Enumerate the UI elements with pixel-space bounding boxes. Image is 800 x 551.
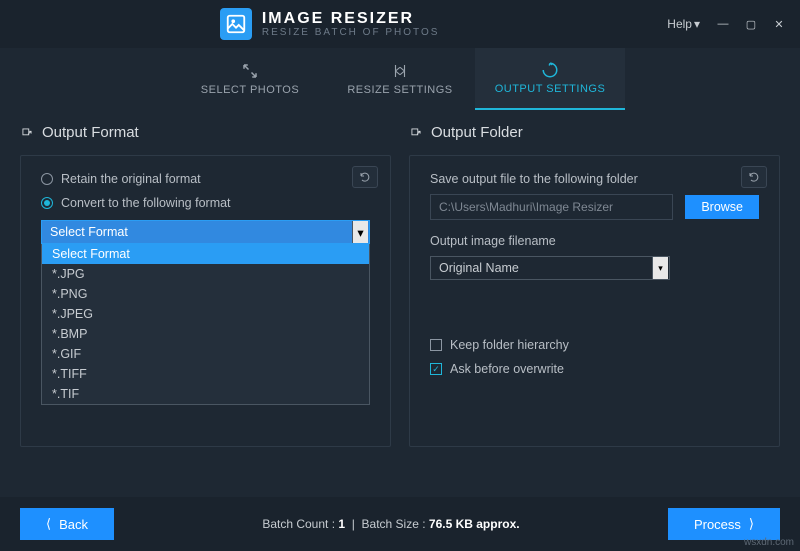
format-option[interactable]: *.TIFF xyxy=(42,364,369,384)
format-option[interactable]: *.BMP xyxy=(42,324,369,344)
output-folder-card: Save output file to the following folder… xyxy=(409,155,780,447)
chevron-left-icon: ⟨ xyxy=(46,516,51,532)
format-select[interactable]: Select Format ▾ xyxy=(41,220,370,244)
resize-icon xyxy=(391,62,409,80)
chevron-down-icon: ▾ xyxy=(652,257,668,279)
process-button[interactable]: Process ⟩ xyxy=(668,508,780,540)
titlebar-center: IMAGE RESIZER RESIZE BATCH OF PHOTOS xyxy=(0,8,659,40)
tab-label: SELECT PHOTOS xyxy=(201,84,299,96)
radio-convert-format[interactable]: Convert to the following format xyxy=(41,196,370,210)
radio-icon xyxy=(41,197,53,209)
tab-bar: SELECT PHOTOS RESIZE SETTINGS OUTPUT SET… xyxy=(0,48,800,110)
expand-icon xyxy=(241,62,259,80)
back-button[interactable]: ⟨ Back xyxy=(20,508,114,540)
undo-icon xyxy=(359,171,371,183)
format-option[interactable]: *.JPEG xyxy=(42,304,369,324)
tab-label: OUTPUT SETTINGS xyxy=(495,83,606,95)
status-size-value: 76.5 KB approx. xyxy=(429,517,520,531)
checkbox-label: Ask before overwrite xyxy=(450,362,564,376)
output-folder-panel: Output Folder Save output file to the fo… xyxy=(409,124,780,447)
output-path-input[interactable] xyxy=(430,194,673,220)
help-menu[interactable]: Help ▾ xyxy=(659,13,708,35)
format-option[interactable]: *.JPG xyxy=(42,264,369,284)
output-format-card: Retain the original format Convert to th… xyxy=(20,155,391,447)
format-option[interactable]: Select Format xyxy=(42,244,369,264)
output-format-panel: Output Format Retain the original format… xyxy=(20,124,391,447)
radio-label: Convert to the following format xyxy=(61,196,231,210)
tab-resize-settings[interactable]: RESIZE SETTINGS xyxy=(325,48,475,110)
checkbox-icon: ✓ xyxy=(430,363,442,375)
panel-title: Output Folder xyxy=(431,124,523,141)
batch-status: Batch Count : 1 | Batch Size : 76.5 KB a… xyxy=(262,517,519,531)
app-subtitle: RESIZE BATCH OF PHOTOS xyxy=(262,27,440,38)
radio-icon xyxy=(41,173,53,185)
select-value: Select Format xyxy=(50,225,128,239)
filename-value: Original Name xyxy=(439,261,519,275)
format-dropdown: Select Format *.JPG *.PNG *.JPEG *.BMP *… xyxy=(41,244,370,405)
keep-hierarchy-checkbox[interactable]: Keep folder hierarchy xyxy=(430,338,759,352)
filename-label: Output image filename xyxy=(430,234,759,248)
radio-label: Retain the original format xyxy=(61,172,201,186)
status-count-value: 1 xyxy=(338,517,345,531)
format-option[interactable]: *.GIF xyxy=(42,344,369,364)
save-folder-label: Save output file to the following folder xyxy=(430,172,759,186)
radio-retain-original[interactable]: Retain the original format xyxy=(41,172,370,186)
format-option[interactable]: *.PNG xyxy=(42,284,369,304)
reset-format-button[interactable] xyxy=(352,166,378,188)
watermark: wsxdn.com xyxy=(744,537,794,548)
checkbox-icon xyxy=(430,339,442,351)
maximize-button[interactable]: ▢ xyxy=(738,14,764,34)
back-label: Back xyxy=(59,517,88,532)
help-label: Help xyxy=(667,17,692,31)
process-label: Process xyxy=(694,517,741,532)
output-icon xyxy=(541,61,559,79)
titlebar: IMAGE RESIZER RESIZE BATCH OF PHOTOS Hel… xyxy=(0,0,800,48)
checkbox-label: Keep folder hierarchy xyxy=(450,338,569,352)
status-count-label: Batch Count : xyxy=(262,517,335,531)
format-option[interactable]: *.TIF xyxy=(42,384,369,404)
tab-select-photos[interactable]: SELECT PHOTOS xyxy=(175,48,325,110)
footer-bar: ⟨ Back Batch Count : 1 | Batch Size : 76… xyxy=(0,497,800,551)
browse-button[interactable]: Browse xyxy=(685,195,759,219)
chevron-right-icon: ⟩ xyxy=(749,516,754,532)
main-content: Output Format Retain the original format… xyxy=(0,110,800,447)
filename-select[interactable]: Original Name ▾ xyxy=(430,256,670,280)
chevron-down-icon: ▾ xyxy=(694,17,700,31)
close-button[interactable]: ✕ xyxy=(766,14,792,34)
app-title: IMAGE RESIZER xyxy=(262,10,440,28)
app-logo-icon xyxy=(220,8,252,40)
ask-overwrite-checkbox[interactable]: ✓ Ask before overwrite xyxy=(430,362,759,376)
chevron-down-icon: ▾ xyxy=(352,221,368,243)
minimize-button[interactable]: — xyxy=(710,14,736,34)
tab-label: RESIZE SETTINGS xyxy=(347,84,452,96)
tab-output-settings[interactable]: OUTPUT SETTINGS xyxy=(475,48,625,110)
reset-folder-button[interactable] xyxy=(741,166,767,188)
folder-export-icon xyxy=(409,126,423,140)
panel-title: Output Format xyxy=(42,124,139,141)
export-icon xyxy=(20,126,34,140)
status-separator: | xyxy=(352,517,355,531)
status-size-label: Batch Size : xyxy=(362,517,426,531)
undo-icon xyxy=(748,171,760,183)
